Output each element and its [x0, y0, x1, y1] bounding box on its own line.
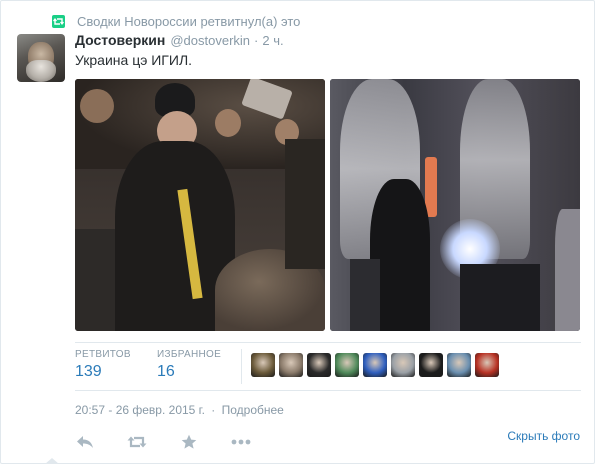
favoriter-avatar[interactable]: [475, 353, 499, 377]
favoriter-avatar[interactable]: [447, 353, 471, 377]
favorites-stat[interactable]: ИЗБРАННОЕ 16: [157, 349, 221, 381]
tweet-time[interactable]: 2 ч.: [262, 33, 283, 48]
favoriter-avatar[interactable]: [251, 353, 275, 377]
photo-museum-statues[interactable]: [330, 79, 580, 331]
details-link[interactable]: Подробнее: [222, 403, 284, 417]
stats-divider: [241, 349, 242, 384]
media-container: [75, 79, 582, 331]
more-icon: [231, 439, 251, 445]
timestamp-separator: ·: [211, 403, 216, 417]
photo-crowd-hammer[interactable]: [75, 79, 325, 331]
favoriter-avatar[interactable]: [307, 353, 331, 377]
retweets-count[interactable]: 139: [75, 363, 131, 381]
tweet-text: Украина цэ ИГИЛ.: [75, 52, 193, 68]
reply-icon: [77, 436, 93, 448]
expand-indicator: [45, 458, 59, 463]
engagement-stats: РЕТВИТОВ 139 ИЗБРАННОЕ 16: [75, 342, 581, 391]
retweets-label: РЕТВИТОВ: [75, 349, 131, 360]
avatar[interactable]: [17, 34, 65, 82]
retweet-context-text[interactable]: Сводки Новороссии ретвитнул(а) это: [77, 14, 300, 29]
retweets-stat[interactable]: РЕТВИТОВ 139: [75, 349, 131, 381]
favoriter-avatar[interactable]: [279, 353, 303, 377]
favorites-label: ИЗБРАННОЕ: [157, 349, 222, 360]
tweet-datetime: 20:57 - 26 февр. 2015 г.: [75, 403, 205, 417]
favorite-button[interactable]: [179, 433, 199, 451]
avatar-beard-shape: [26, 60, 56, 82]
favoriter-avatars: [251, 353, 499, 377]
favorites-count[interactable]: 16: [157, 363, 221, 381]
retweet-icon: [52, 14, 65, 28]
favoriter-avatar[interactable]: [363, 353, 387, 377]
hide-media-link[interactable]: Скрыть фото: [507, 429, 580, 443]
tweet-header: Достоверкин @dostoverkin · 2 ч.: [75, 32, 284, 50]
header-separator: ·: [254, 33, 259, 48]
star-icon: [181, 434, 197, 449]
favoriter-avatar[interactable]: [335, 353, 359, 377]
favoriter-avatar[interactable]: [419, 353, 443, 377]
tweet-actions: [75, 433, 283, 451]
retweet-context: Сводки Новороссии ретвитнул(а) это: [52, 12, 300, 30]
retweet-icon: [127, 436, 147, 448]
author-fullname[interactable]: Достоверкин: [75, 32, 165, 48]
favoriter-avatar[interactable]: [391, 353, 415, 377]
retweet-button[interactable]: [127, 433, 147, 451]
tweet-card[interactable]: Сводки Новороссии ретвитнул(а) это Досто…: [0, 0, 595, 464]
author-username[interactable]: @dostoverkin: [170, 33, 250, 48]
more-button[interactable]: [231, 433, 251, 451]
reply-button[interactable]: [75, 433, 95, 451]
tweet-timestamp: 20:57 - 26 февр. 2015 г. · Подробнее: [75, 403, 284, 417]
